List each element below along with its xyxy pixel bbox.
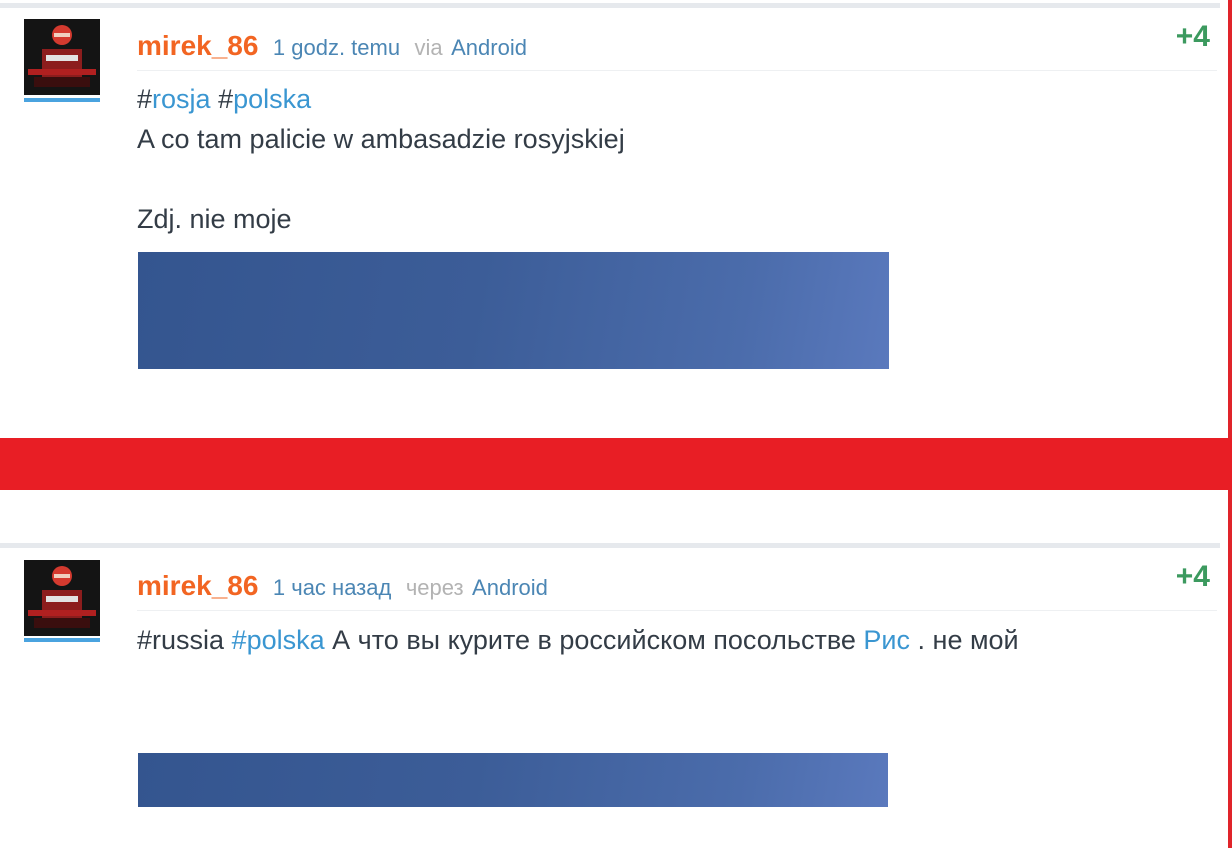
hash-sign: # xyxy=(218,84,234,114)
post-photo[interactable] xyxy=(138,753,888,807)
post-text-line2: Zdj. nie moje xyxy=(137,204,292,234)
vote-count[interactable]: +4 xyxy=(1176,560,1210,594)
avatar[interactable] xyxy=(24,19,100,95)
timestamp-link[interactable]: 1 час назад xyxy=(273,575,391,600)
author-link[interactable]: mirek_86 xyxy=(137,570,258,601)
post-text-line1: A co tam palicie w ambasadzie rosyjskiej xyxy=(137,124,625,154)
vote-count[interactable]: +4 xyxy=(1176,20,1210,54)
hash-sign: # xyxy=(137,84,153,114)
avatar-image xyxy=(24,19,100,95)
author-link[interactable]: mirek_86 xyxy=(137,30,258,61)
timestamp-link[interactable]: 1 godz. temu xyxy=(273,35,400,60)
right-edge xyxy=(1228,0,1232,438)
avatar-image xyxy=(24,560,100,636)
top-rule xyxy=(0,3,1220,8)
post-header: mirek_86 1 godz. temu via Android xyxy=(137,30,1217,71)
post-photo[interactable] xyxy=(138,252,889,369)
tag-link-rosja[interactable]: rosja xyxy=(152,84,211,114)
avatar-underline xyxy=(24,98,100,102)
post-tags-line: #rosja #polska xyxy=(137,79,311,119)
avatar-underline xyxy=(24,638,100,642)
post-text-main: А что вы курите в российском посольстве xyxy=(332,625,856,655)
right-edge xyxy=(1228,490,1232,848)
tag-link-polska[interactable]: #polska xyxy=(232,625,325,655)
post-text-tail: . не мой xyxy=(917,625,1019,655)
tag-plain: #russia xyxy=(137,625,225,655)
via-label: via xyxy=(414,35,443,60)
post-header: mirek_86 1 час назад через Android xyxy=(137,570,1217,611)
source-link[interactable]: Android xyxy=(451,35,527,60)
via-label: через xyxy=(405,575,464,600)
top-rule xyxy=(0,543,1220,548)
post-original: mirek_86 1 godz. temu via Android +4 #ro… xyxy=(0,0,1232,438)
tag-link-polska[interactable]: polska xyxy=(233,84,311,114)
red-divider xyxy=(0,438,1232,490)
avatar[interactable] xyxy=(24,560,100,636)
image-link[interactable]: Рис xyxy=(863,625,910,655)
source-link[interactable]: Android xyxy=(472,575,548,600)
post-translated: mirek_86 1 час назад через Android +4 #r… xyxy=(0,490,1232,848)
post-text: #russia #polska А что вы курите в россий… xyxy=(137,620,1019,660)
screenshot-comparison: mirek_86 1 godz. temu via Android +4 #ro… xyxy=(0,0,1232,848)
